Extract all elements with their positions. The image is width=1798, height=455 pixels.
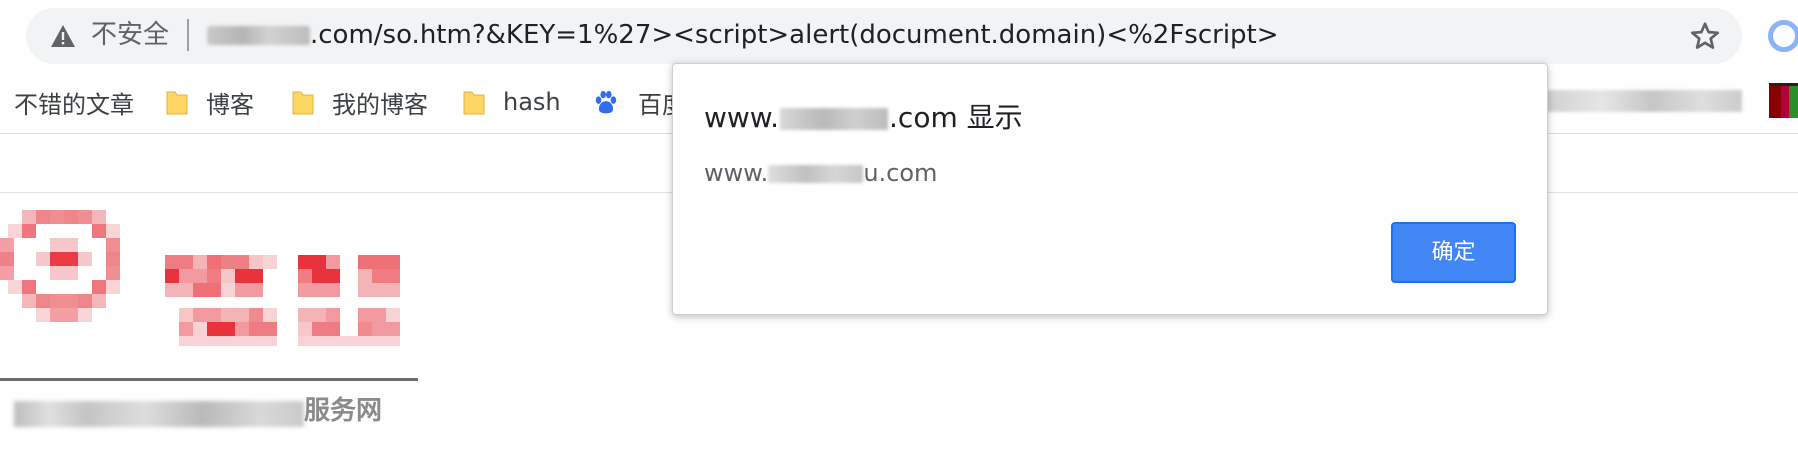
address-divider <box>187 19 189 51</box>
bookmark-icon[interactable] <box>1769 83 1798 118</box>
logo-underline <box>0 378 418 381</box>
bookmark-folder[interactable]: 博客 <box>166 85 254 119</box>
warning-icon[interactable] <box>50 23 76 49</box>
ok-button[interactable]: 确定 <box>1391 222 1516 283</box>
bookmark-star-icon[interactable] <box>1689 20 1721 52</box>
folder-icon <box>292 91 314 115</box>
dialog-message-prefix: www. <box>704 159 769 187</box>
bookmark-item[interactable]: 不错的文章 <box>14 85 134 119</box>
profile-icon[interactable] <box>1768 20 1798 52</box>
dialog-title-prefix: www. <box>704 101 780 134</box>
logo-subtitle: 服务网 <box>304 396 383 426</box>
bookmark-label: 我的博客 <box>332 90 428 119</box>
bookmark-label: hash <box>503 88 561 116</box>
bookmark-folder[interactable]: 我的博客 <box>292 85 428 119</box>
folder-icon <box>166 91 188 115</box>
bookmarks-redacted-blur <box>1542 90 1742 112</box>
dialog-message: www. u.com <box>704 157 937 189</box>
logo-subtitle-redacted-blur <box>14 401 304 427</box>
bookmark-folder[interactable]: hash <box>463 85 561 119</box>
bookmark-label: 不错的文章 <box>14 90 134 119</box>
folder-icon <box>463 91 485 115</box>
dialog-title: www. .com 显示 <box>704 100 1023 136</box>
dialog-title-redacted-blur <box>780 108 889 130</box>
dialog-message-redacted-blur <box>768 165 864 183</box>
dialog-message-suffix: u.com <box>863 159 938 187</box>
bookmark-label: 博客 <box>206 90 254 119</box>
url-text[interactable]: .com/so.htm?&KEY=1%27><script>alert(docu… <box>310 18 1279 52</box>
dialog-title-suffix: .com 显示 <box>889 101 1023 134</box>
url-redacted-blur <box>207 26 310 45</box>
security-label[interactable]: 不安全 <box>91 18 169 52</box>
baidu-icon <box>595 90 617 114</box>
alert-dialog: www. .com 显示 www. u.com 确定 <box>672 63 1548 315</box>
